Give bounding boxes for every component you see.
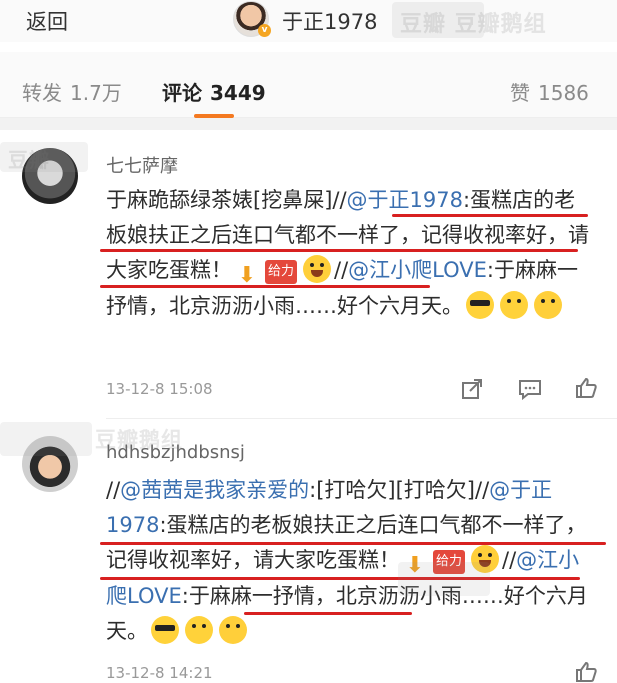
comment-text: // bbox=[334, 258, 349, 282]
comment-username[interactable]: 七七萨摩 bbox=[106, 152, 178, 178]
comment-text: 于麻跪舔绿茶婊[挖鼻屎]// bbox=[106, 188, 347, 212]
tab-count: 1.7万 bbox=[70, 81, 122, 105]
tab-label: 赞 bbox=[510, 81, 530, 105]
section-gap bbox=[0, 118, 617, 130]
watermark-box bbox=[398, 562, 490, 596]
red-annotation-line bbox=[100, 249, 578, 252]
comment-icon[interactable] bbox=[517, 378, 543, 402]
red-annotation-line bbox=[100, 577, 580, 580]
smirk-emoji-icon bbox=[500, 291, 528, 319]
share-icon[interactable] bbox=[459, 378, 485, 402]
divider bbox=[106, 418, 617, 419]
back-button[interactable]: 返回 bbox=[26, 6, 68, 36]
like-icon[interactable] bbox=[573, 660, 599, 683]
page-title: 于正1978 bbox=[282, 10, 378, 34]
laugh-emoji-icon bbox=[303, 255, 332, 283]
mention-link[interactable]: @茜茜是我家亲爱的 bbox=[120, 478, 309, 502]
comment-time: 13-12-8 15:08 bbox=[106, 380, 213, 398]
comment-time: 13-12-8 14:21 bbox=[106, 664, 213, 682]
mention-link[interactable]: @江小爬LOVE bbox=[348, 258, 487, 282]
smirk-emoji-icon bbox=[185, 616, 213, 644]
top-bar: 返回 v 于正1978 豆瓣 豆瓣鹅组 bbox=[0, 0, 617, 42]
comment-content: 于麻跪舔绿茶婊[挖鼻屎]//@于正1978:蛋糕店的老板娘扶正之后连口气都不一样… bbox=[106, 183, 596, 324]
tab-label: 转发 bbox=[22, 81, 62, 105]
mention-link[interactable]: @于正1978 bbox=[347, 188, 463, 212]
verified-badge: v bbox=[258, 24, 271, 37]
tab-count: 3449 bbox=[210, 81, 266, 105]
cool-emoji-icon bbox=[151, 616, 179, 644]
watermark: 豆瓣 豆瓣鹅组 bbox=[400, 12, 547, 37]
shock-emoji-icon bbox=[534, 291, 562, 319]
geili-tag: 给力 bbox=[265, 260, 298, 284]
red-annotation-line bbox=[100, 542, 606, 545]
comment-username[interactable]: hdhsbzjhdbsnsj bbox=[106, 442, 245, 463]
shock-emoji-icon bbox=[219, 616, 247, 644]
comment-item: 豆瓣鹅组 hdhsbzjhdbsnsj //@茜茜是我家亲爱的:[打哈欠][打哈… bbox=[0, 420, 617, 683]
comment-item: 豆瓣 七七萨摩 于麻跪舔绿茶婊[挖鼻屎]//@于正1978:蛋糕店的老板娘扶正之… bbox=[0, 130, 617, 410]
watermark-box bbox=[0, 422, 92, 456]
watermark: 豆瓣 bbox=[8, 148, 50, 172]
comment-text: // bbox=[106, 478, 121, 502]
red-annotation-line bbox=[392, 214, 588, 217]
tab-count: 1586 bbox=[538, 81, 589, 105]
comment-text: // bbox=[502, 548, 517, 572]
comment-text: :[打哈欠][打哈欠]// bbox=[309, 478, 490, 502]
red-annotation-line bbox=[244, 612, 412, 615]
tab-likes[interactable]: 赞 1586 bbox=[510, 77, 589, 106]
tab-label: 评论 bbox=[162, 81, 202, 105]
cool-emoji-icon bbox=[466, 291, 494, 319]
red-annotation-line bbox=[100, 285, 430, 288]
comment-content: //@茜茜是我家亲爱的:[打哈欠][打哈欠]//@于正1978:蛋糕店的老板娘扶… bbox=[106, 473, 596, 649]
tab-bar: 转发 1.7万 评论 3449 赞 1586 bbox=[0, 52, 617, 118]
like-icon[interactable] bbox=[573, 376, 599, 400]
tab-comments[interactable]: 评论 3449 bbox=[162, 77, 266, 106]
tab-repost[interactable]: 转发 1.7万 bbox=[22, 77, 122, 106]
